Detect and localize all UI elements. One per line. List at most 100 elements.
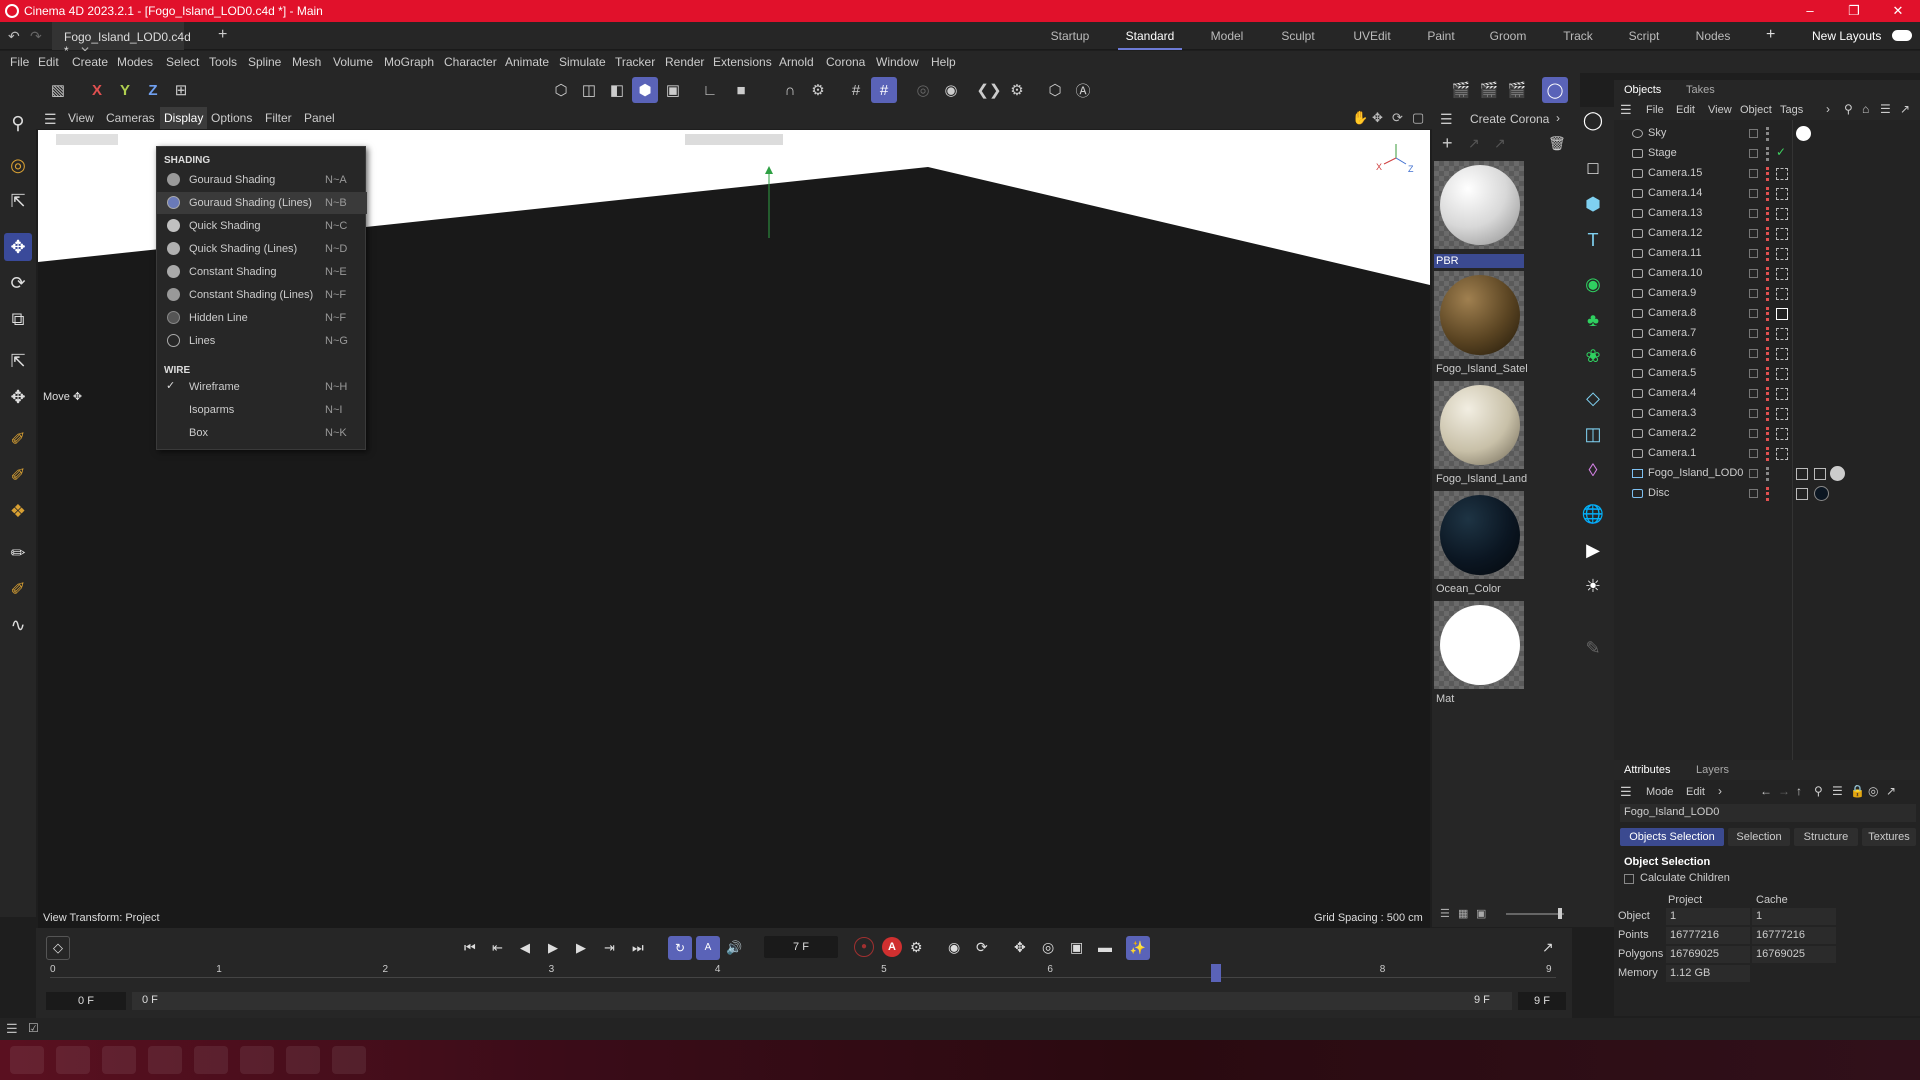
menu-select[interactable]: Select bbox=[166, 55, 199, 69]
camera-tag-icon[interactable] bbox=[1776, 328, 1788, 340]
delete-material-icon[interactable]: 🗑 bbox=[1548, 135, 1566, 152]
render-dots[interactable] bbox=[1766, 147, 1770, 161]
axis-y-button[interactable]: Y bbox=[112, 77, 138, 103]
new-layouts-label[interactable]: New Layouts bbox=[1812, 29, 1881, 43]
camera-tag-icon[interactable] bbox=[1776, 268, 1788, 280]
render-queue-icon[interactable]: 🎬 bbox=[1504, 77, 1530, 103]
keyframe-settings-icon[interactable]: ⚙ bbox=[910, 939, 923, 956]
layout-tab-paint[interactable]: Paint bbox=[1414, 22, 1468, 50]
menu-mesh[interactable]: Mesh bbox=[292, 55, 321, 69]
visibility-toggle[interactable] bbox=[1749, 429, 1758, 438]
status-check-icon[interactable]: ☑ bbox=[28, 1021, 39, 1035]
render-view-icon[interactable]: 🎬 bbox=[1448, 77, 1474, 103]
material-tag-icon[interactable] bbox=[1830, 466, 1845, 481]
menu-tracker[interactable]: Tracker bbox=[615, 55, 655, 69]
object-row-stage[interactable]: Stage ✓ bbox=[1614, 144, 1920, 164]
render-dots[interactable] bbox=[1766, 367, 1770, 381]
playback-rate-icon[interactable]: A bbox=[696, 936, 720, 960]
magnet-icon[interactable]: ∿ bbox=[4, 611, 32, 639]
go-to-end-icon[interactable]: ⏭ bbox=[632, 940, 644, 956]
camera-tag-icon[interactable] bbox=[1776, 428, 1788, 440]
layout-tab-track[interactable]: Track bbox=[1550, 22, 1606, 50]
key-position-icon[interactable]: ◉ bbox=[948, 939, 960, 956]
render-active-icon[interactable]: 🎬 bbox=[1476, 77, 1502, 103]
visibility-toggle[interactable] bbox=[1749, 269, 1758, 278]
layout-tab-groom[interactable]: Groom bbox=[1480, 22, 1536, 50]
camera-tag-icon[interactable] bbox=[1776, 288, 1788, 300]
rotate-tool-icon[interactable]: ⟳ bbox=[4, 269, 32, 297]
enabled-check-icon[interactable]: ✓ bbox=[1776, 145, 1786, 159]
coordinate-system-icon[interactable]: ⊞ bbox=[168, 77, 194, 103]
scale-tool-icon[interactable]: ⧉ bbox=[4, 305, 32, 333]
object-menu-more-icon[interactable]: › bbox=[1826, 102, 1830, 116]
object-menu-view[interactable]: View bbox=[1708, 104, 1732, 116]
polygon-pen-icon[interactable]: ❖ bbox=[4, 497, 32, 525]
attribute-target-icon[interactable]: ◎ bbox=[1868, 784, 1878, 798]
record-icon[interactable]: ● bbox=[854, 937, 874, 957]
menu-item-wireframe[interactable]: ✓ Wireframe N~H bbox=[157, 376, 367, 398]
deformer-icon[interactable]: ◇ bbox=[1578, 383, 1608, 413]
viewport-menu-panel[interactable]: Panel bbox=[304, 111, 335, 125]
symmetry-icon[interactable]: ❮❯ bbox=[976, 77, 1002, 103]
object-row-camera[interactable]: Camera.14 bbox=[1614, 184, 1920, 204]
forward-arrow-icon[interactable]: → bbox=[1778, 784, 1790, 798]
visibility-toggle[interactable] bbox=[1749, 309, 1758, 318]
back-arrow-icon[interactable]: ← bbox=[1760, 784, 1772, 798]
menu-modes[interactable]: Modes bbox=[117, 55, 153, 69]
object-row-camera[interactable]: Camera.9 bbox=[1614, 284, 1920, 304]
object-search-icon[interactable]: ⚲ bbox=[1844, 102, 1853, 116]
thumbnail-size-slider[interactable] bbox=[1506, 913, 1564, 915]
camera-tag-icon[interactable] bbox=[1776, 188, 1788, 200]
render-settings-icon[interactable]: ◉ bbox=[938, 77, 964, 103]
current-frame-field[interactable]: 7 F bbox=[764, 936, 838, 958]
object-filter-icon[interactable]: ☰ bbox=[1880, 102, 1891, 116]
menu-tools[interactable]: Tools bbox=[209, 55, 237, 69]
camera-tag-icon[interactable] bbox=[1776, 228, 1788, 240]
restore-icon[interactable]: ❐ bbox=[1832, 0, 1876, 22]
phong-tag-icon[interactable] bbox=[1814, 468, 1826, 480]
axis-x-button[interactable]: X bbox=[84, 77, 110, 103]
rotate-view-icon[interactable]: ⟳ bbox=[1392, 110, 1403, 126]
viewport-camera-dropdown[interactable] bbox=[685, 134, 783, 145]
redo-icon[interactable]: ↷ bbox=[30, 28, 42, 45]
viewport-menu-filter[interactable]: Filter bbox=[265, 111, 292, 125]
minimize-icon[interactable]: – bbox=[1788, 0, 1832, 22]
symmetry-settings-icon[interactable]: ⚙ bbox=[1004, 77, 1030, 103]
arnold-icon[interactable]: ⬡ bbox=[1042, 77, 1068, 103]
render-dots[interactable] bbox=[1766, 427, 1770, 441]
light-icon[interactable]: ☀ bbox=[1578, 571, 1608, 601]
calculate-children-checkbox[interactable] bbox=[1624, 874, 1634, 884]
viewport-menu-cameras[interactable]: Cameras bbox=[106, 111, 155, 125]
layout-tab-model[interactable]: Model bbox=[1200, 22, 1254, 50]
viewport-menu-view[interactable]: View bbox=[68, 111, 94, 125]
object-menu-edit[interactable]: Edit bbox=[1676, 104, 1695, 116]
menu-item-lines[interactable]: Lines N~G bbox=[157, 330, 367, 352]
viewport-hamburger-icon[interactable]: ☰ bbox=[44, 111, 57, 128]
render-dots[interactable] bbox=[1766, 307, 1770, 321]
tab-attributes[interactable]: Attributes bbox=[1624, 764, 1670, 776]
render-dots[interactable] bbox=[1766, 287, 1770, 301]
polygons-mode-icon[interactable]: ⬢ bbox=[632, 77, 658, 103]
attribute-search-icon[interactable]: ⚲ bbox=[1814, 784, 1823, 798]
material-menu-more-icon[interactable]: › bbox=[1556, 111, 1560, 125]
document-tab[interactable]: Fogo_Island_LOD0.c4d * ✕ bbox=[52, 22, 191, 58]
menu-item-constant-shading-lines[interactable]: Constant Shading (Lines) N~F bbox=[157, 284, 367, 306]
pan-view-icon[interactable]: ✋ bbox=[1352, 110, 1368, 126]
taskbar-app-icon[interactable] bbox=[10, 1046, 44, 1074]
keyframe-icon[interactable]: ◇ bbox=[46, 936, 70, 960]
visibility-toggle[interactable] bbox=[1749, 389, 1758, 398]
render-dots[interactable] bbox=[1766, 347, 1770, 361]
material-menu-icon[interactable]: ☰ bbox=[1440, 111, 1453, 128]
object-row-camera[interactable]: Camera.6 bbox=[1614, 344, 1920, 364]
object-row-camera[interactable]: Camera.15 bbox=[1614, 164, 1920, 184]
menu-item-isoparms[interactable]: Isoparms N~I bbox=[157, 399, 367, 421]
layout-tab-startup[interactable]: Startup bbox=[1040, 22, 1100, 50]
render-dots[interactable] bbox=[1766, 187, 1770, 201]
live-selection-icon[interactable]: ◎ bbox=[4, 151, 32, 179]
menu-render[interactable]: Render bbox=[665, 55, 704, 69]
text-spline-icon[interactable]: T bbox=[1578, 225, 1608, 255]
object-row-camera[interactable]: Camera.13 bbox=[1614, 204, 1920, 224]
status-menu-icon[interactable]: ☰ bbox=[6, 1021, 18, 1037]
menu-corona[interactable]: Corona bbox=[826, 55, 865, 69]
loop-icon[interactable]: ↻ bbox=[668, 936, 692, 960]
